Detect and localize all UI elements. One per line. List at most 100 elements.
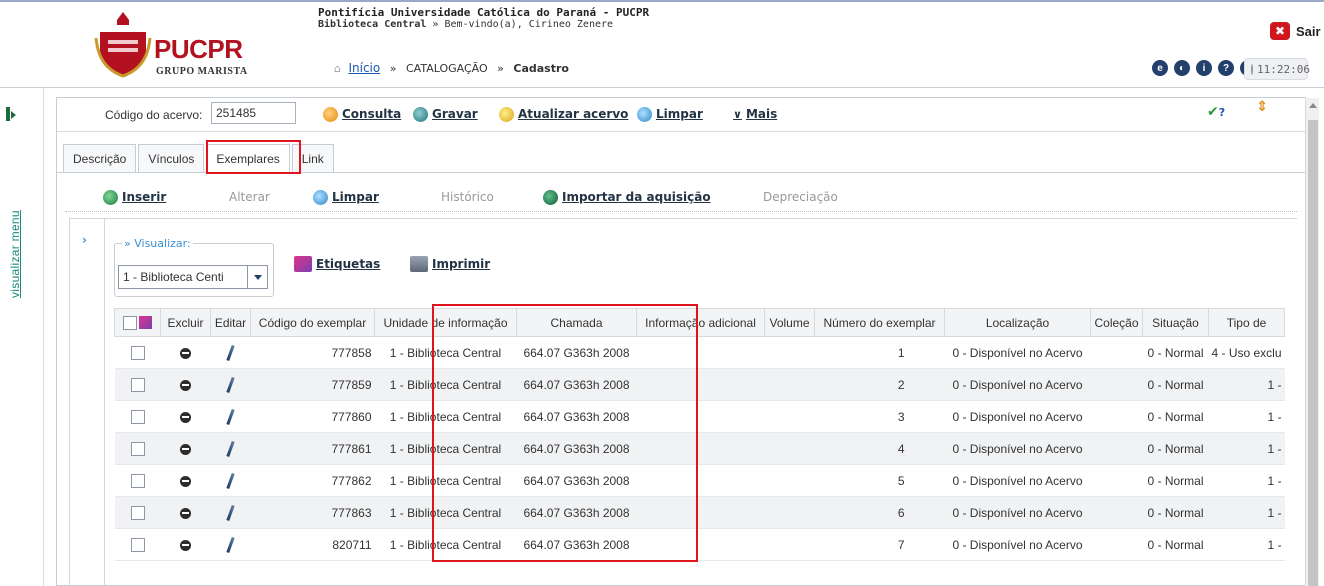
etiquetas-label: Etiquetas [316,257,381,271]
menu-toggle-arrow-icon [11,111,16,119]
tab-descricao[interactable]: Descrição [63,144,137,172]
atualizar-acervo-button[interactable]: Atualizar acervo [499,104,628,124]
help-icon[interactable]: ? [1218,60,1234,76]
edit-pencil-icon[interactable] [226,344,235,361]
clear-icon [637,106,652,122]
show-menu-link[interactable]: visualizar menu [8,210,22,298]
row-checkbox-cell [114,432,161,465]
volume-cell [764,496,815,529]
situacao-cell: 0 - Normal [1142,432,1209,465]
edit-pencil-icon[interactable] [226,504,235,521]
limpar-exemplar-button[interactable]: Limpar [313,188,379,206]
pucpr-logo[interactable]: PUCPR GRUPO MARISTA [94,10,254,86]
delete-icon[interactable] [180,475,191,487]
acervo-code-input[interactable] [211,102,296,124]
table-row[interactable]: 777860 1 - Biblioteca Central 664.07 G363h… [114,400,1285,433]
excluir-cell [160,528,211,561]
consulta-button[interactable]: Consulta [323,104,401,124]
library-name: Biblioteca Central [318,19,427,30]
table-row[interactable]: 777863 1 - Biblioteca Central 664.07 G363h… [114,496,1285,529]
historico-button[interactable]: Histórico [441,188,494,206]
alterar-button[interactable]: Alterar [229,188,270,206]
clock-time: 11:22:06 [1257,62,1310,76]
info-icon[interactable]: i [1196,60,1212,76]
edit-pencil-icon[interactable] [226,408,235,425]
editar-cell [210,336,251,369]
codigo-cell: 777862 [250,464,375,497]
excluir-cell [160,400,211,433]
row-checkbox[interactable] [130,473,145,488]
logo-subtitle: GRUPO MARISTA [156,66,248,77]
mais-button[interactable]: ∨ Mais [733,104,777,124]
breadcrumb-home-link[interactable]: Início [348,61,380,75]
col-volume: Volume [764,308,815,337]
depreciacao-button[interactable]: Depreciação [763,188,838,206]
importar-aquisicao-button[interactable]: Importar da aquisição [543,188,711,206]
edit-pencil-icon[interactable] [226,376,235,393]
row-checkbox[interactable] [130,441,145,456]
logout-button[interactable]: ✖ Sair [1270,21,1321,41]
delete-icon[interactable] [180,379,191,391]
validate-button[interactable]: ✔? [1207,104,1225,120]
situacao-cell: 0 - Normal [1142,464,1209,497]
select-all-header[interactable] [114,308,161,337]
delete-icon[interactable] [180,411,191,423]
visualizar-legend: » Visualizar: [122,237,193,250]
tab-vinculos[interactable]: Vínculos [138,144,205,172]
edit-pencil-icon[interactable] [226,440,235,457]
select-all-checkbox[interactable] [123,315,137,330]
crest-icon [94,12,152,78]
delete-icon[interactable] [180,539,191,551]
row-checkbox[interactable] [130,409,145,424]
gravar-button[interactable]: Gravar [413,104,478,124]
codigo-cell: 777861 [250,432,375,465]
header-icon-group: e ◐ i ? ↺ [1152,60,1256,76]
limpar-button[interactable]: Limpar [637,104,703,124]
volume-cell [764,336,815,369]
delete-icon[interactable] [180,347,191,359]
visualizar-select[interactable]: 1 - Biblioteca Centi [118,265,268,289]
situacao-cell: 0 - Normal [1142,496,1209,529]
row-checkbox-cell [114,336,161,369]
reorder-icon[interactable]: ⇕ [1255,100,1269,124]
dropdown-button[interactable] [247,266,267,288]
scroll-up-icon[interactable] [1309,103,1317,108]
delete-icon[interactable] [180,443,191,455]
contrast-icon[interactable]: ◐ [1174,60,1190,76]
edit-pencil-icon[interactable] [226,536,235,553]
colecao-cell [1090,336,1143,369]
edit-pencil-icon[interactable] [226,472,235,489]
table-row[interactable]: 777862 1 - Biblioteca Central 664.07 G363h… [114,464,1285,497]
row-checkbox[interactable] [130,377,145,392]
row-checkbox[interactable] [130,505,145,520]
col-situacao: Situação [1142,308,1209,337]
situacao-cell: 0 - Normal [1142,336,1209,369]
editar-cell [210,368,251,401]
menu-toggle-icon[interactable] [6,107,10,121]
editar-cell [210,496,251,529]
table-row[interactable]: 777859 1 - Biblioteca Central 664.07 G363h… [114,368,1285,401]
welcome-text: » Bem-vindo(a), Cirineo Zenere [432,19,614,30]
codigo-cell: 777860 [250,400,375,433]
left-sidebar: visualizar menu [0,88,44,586]
table-row[interactable]: 777861 1 - Biblioteca Central 664.07 G363h… [114,432,1285,465]
excluir-cell [160,432,211,465]
table-row[interactable]: 820711 1 - Biblioteca Central 664.07 G363h… [114,528,1285,561]
printer-icon [410,256,428,272]
col-excluir: Excluir [160,308,211,337]
accessibility-icon[interactable]: e [1152,60,1168,76]
row-checkbox[interactable] [130,345,145,360]
delete-icon[interactable] [180,507,191,519]
scrollbar-thumb[interactable] [1308,120,1318,586]
logo-wordmark: PUCPR [154,34,243,64]
etiquetas-button[interactable]: Etiquetas [294,256,380,272]
imprimir-button[interactable]: Imprimir [410,256,490,272]
colecao-cell [1090,400,1143,433]
codigo-cell: 777858 [250,336,375,369]
table-row[interactable]: 777858 1 - Biblioteca Central 664.07 G363h… [114,336,1285,369]
vertical-scrollbar[interactable] [1305,98,1319,586]
breadcrumb: ⌂ Início » CATALOGAÇÃO » Cadastro [334,61,569,75]
expand-arrow-icon[interactable]: › [82,233,87,247]
inserir-button[interactable]: Inserir [103,188,166,206]
row-checkbox[interactable] [130,537,145,552]
